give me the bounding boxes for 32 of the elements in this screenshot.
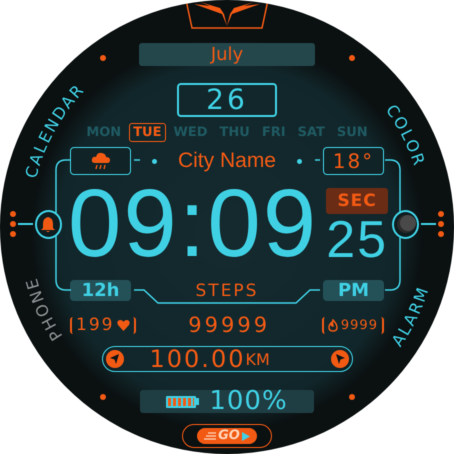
heart-rate-value: 199 [76, 315, 114, 335]
rain-cloud-icon [90, 152, 110, 170]
dots-icon [438, 211, 444, 237]
time-display: 09:09 [68, 188, 318, 260]
hour-format-label: 12h [70, 280, 131, 301]
distance-value: 100.00 [150, 347, 246, 371]
weekday-label: SUN [336, 124, 369, 142]
battery-reading: 100% [209, 390, 288, 413]
bell-icon [40, 216, 56, 232]
alarm-button[interactable] [34, 210, 62, 238]
steps-value: 99999 [188, 313, 270, 337]
calories-value: 9999 [340, 318, 378, 332]
speed-lines-icon [204, 432, 216, 440]
seconds-label: SEC [326, 188, 388, 214]
city-name: City Name [178, 149, 276, 173]
weekday-label: SAT [296, 124, 326, 142]
heart-icon [117, 319, 130, 331]
moon-icon [396, 214, 416, 234]
date-label: 26 [177, 83, 277, 117]
weekday-label: TUE [129, 123, 166, 142]
distance-unit: KM [245, 350, 270, 368]
temperature-label: 18° [322, 147, 384, 175]
period-label: PM [323, 280, 384, 301]
seconds-display: 25 [326, 220, 388, 260]
moon-phase-button[interactable] [392, 210, 420, 238]
weekday-label: MON [85, 124, 122, 142]
play-icon [242, 432, 250, 440]
steps-label: STEPS [196, 280, 258, 300]
battery-icon [166, 396, 200, 408]
flame-icon [328, 318, 338, 332]
dots-icon [10, 211, 16, 237]
month-label: July [139, 43, 315, 66]
